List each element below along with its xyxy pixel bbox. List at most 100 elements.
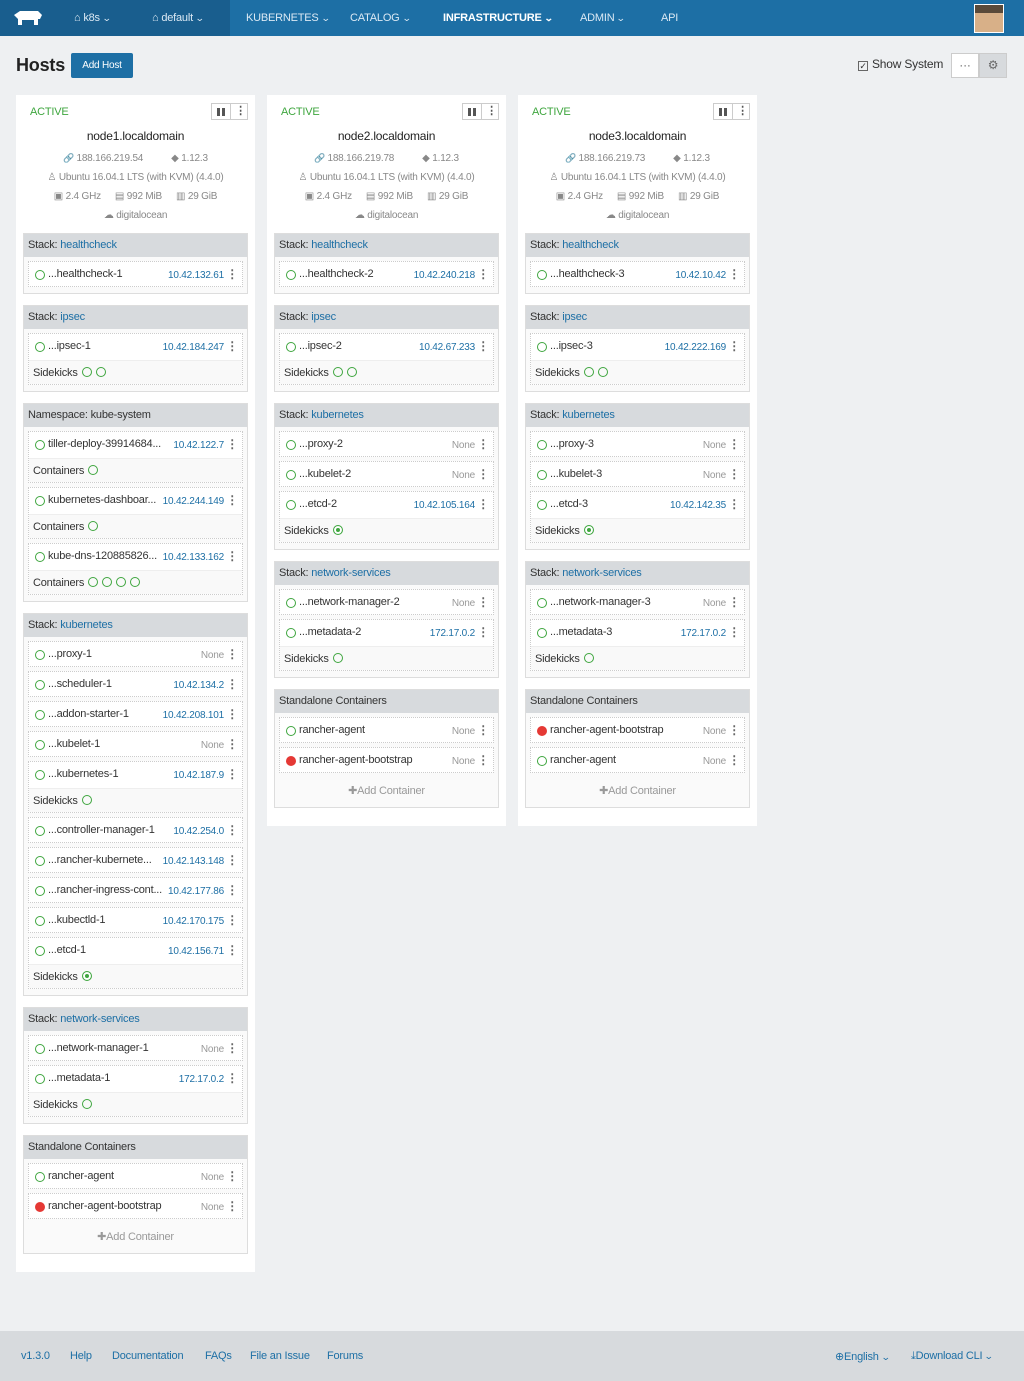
container-row[interactable]: ...controller-manager-1 10.42.254.0 ⋮ xyxy=(28,817,243,843)
pause-icon[interactable] xyxy=(468,108,471,116)
more-vertical-icon[interactable]: ⋮ xyxy=(226,437,238,451)
more-vertical-icon[interactable]: ⋮ xyxy=(226,549,238,563)
container-name[interactable]: tiller-deploy-39914684... xyxy=(48,438,161,450)
more-vertical-icon[interactable]: ⋮ xyxy=(728,267,740,281)
container-name[interactable]: ...network-manager-3 xyxy=(550,596,651,608)
more-vertical-icon[interactable]: ⋮ xyxy=(736,104,749,119)
container-row[interactable]: rancher-agent-bootstrap None ⋮ xyxy=(28,1193,243,1219)
sidekick-status-icon[interactable] xyxy=(81,795,92,805)
container-name[interactable]: ...network-manager-1 xyxy=(48,1042,149,1054)
more-vertical-icon[interactable]: ⋮ xyxy=(477,437,489,451)
more-vertical-icon[interactable]: ⋮ xyxy=(728,467,740,481)
container-name[interactable]: ...kubernetes-1 xyxy=(48,768,119,780)
container-row[interactable]: kubernetes-dashboar... 10.42.244.149 ⋮ Cont… xyxy=(28,487,243,539)
container-name[interactable]: rancher-agent xyxy=(48,1170,114,1182)
add-container-button[interactable]: ✚Add Container xyxy=(279,777,494,805)
documentation-link[interactable]: Documentation xyxy=(112,1350,184,1362)
more-vertical-icon[interactable]: ⋮ xyxy=(477,339,489,353)
rancher-logo-icon[interactable] xyxy=(12,9,44,27)
sidekick-status-icon[interactable] xyxy=(583,653,594,663)
container-name[interactable]: ...healthcheck-2 xyxy=(299,268,374,280)
sidekick-status-icon[interactable] xyxy=(346,367,357,377)
container-name[interactable]: ...kubectld-1 xyxy=(48,914,106,926)
nav-catalog[interactable]: CATALOG ⌄ xyxy=(350,0,411,36)
sidekick-status-icon[interactable] xyxy=(332,525,343,535)
more-vertical-icon[interactable]: ⋮ xyxy=(226,647,238,661)
add-host-button[interactable]: Add Host xyxy=(71,53,133,78)
container-name[interactable]: ...metadata-2 xyxy=(299,626,361,638)
container-row[interactable]: ...kubelet-1 None ⋮ xyxy=(28,731,243,757)
more-vertical-icon[interactable]: ⋮ xyxy=(477,497,489,511)
stack-link[interactable]: ipsec xyxy=(60,311,85,323)
container-name[interactable]: kube-dns-120885826... xyxy=(48,550,157,562)
container-row[interactable]: kube-dns-120885826... 10.42.133.162 ⋮ Conta… xyxy=(28,543,243,595)
container-row[interactable]: rancher-agent None ⋮ xyxy=(279,717,494,743)
container-row[interactable]: ...kubelet-3 None ⋮ xyxy=(530,461,745,487)
container-name[interactable]: ...metadata-3 xyxy=(550,626,612,638)
host-name[interactable]: node3.localdomain xyxy=(518,129,757,143)
container-row[interactable]: ...proxy-1 None ⋮ xyxy=(28,641,243,667)
sidekick-status-icon[interactable] xyxy=(583,525,594,535)
more-vertical-icon[interactable]: ⋮ xyxy=(226,1071,238,1085)
container-row[interactable]: ...rancher-kubernete... 10.42.143.148 ⋮ xyxy=(28,847,243,873)
more-vertical-icon[interactable]: ⋮ xyxy=(234,104,247,119)
pause-icon[interactable] xyxy=(217,108,220,116)
more-vertical-icon[interactable]: ⋮ xyxy=(485,104,498,119)
container-name[interactable]: ...rancher-kubernete... xyxy=(48,854,152,866)
show-system-toggle[interactable]: ✓ Show System xyxy=(858,57,943,71)
nav-api[interactable]: API xyxy=(661,0,678,36)
container-row[interactable]: ...healthcheck-1 10.42.132.61 ⋮ xyxy=(28,261,243,287)
container-name[interactable]: ...ipsec-3 xyxy=(550,340,593,352)
more-vertical-icon[interactable]: ⋮ xyxy=(226,1199,238,1213)
sidekick-status-icon[interactable] xyxy=(81,971,92,981)
help-link[interactable]: Help xyxy=(70,1350,92,1362)
more-vertical-icon[interactable]: ⋮ xyxy=(477,267,489,281)
grid-view-toggle[interactable]: ⚙ xyxy=(979,53,1007,78)
more-vertical-icon[interactable]: ⋮ xyxy=(477,753,489,767)
forums-link[interactable]: Forums xyxy=(327,1350,363,1362)
stack-link[interactable]: kubernetes xyxy=(311,409,364,421)
container-name[interactable]: ...ipsec-2 xyxy=(299,340,342,352)
container-row[interactable]: ...network-manager-2 None ⋮ xyxy=(279,589,494,615)
more-vertical-icon[interactable]: ⋮ xyxy=(477,467,489,481)
more-vertical-icon[interactable]: ⋮ xyxy=(226,1169,238,1183)
container-row[interactable]: ...ipsec-1 10.42.184.247 ⋮ Sidekicks xyxy=(28,333,243,385)
container-row[interactable]: rancher-agent None ⋮ xyxy=(28,1163,243,1189)
container-row[interactable]: ...kubelet-2 None ⋮ xyxy=(279,461,494,487)
add-container-button[interactable]: ✚Add Container xyxy=(28,1223,243,1251)
container-row[interactable]: ...proxy-2 None ⋮ xyxy=(279,431,494,457)
more-vertical-icon[interactable]: ⋮ xyxy=(226,853,238,867)
container-row[interactable]: rancher-agent-bootstrap None ⋮ xyxy=(530,717,745,743)
container-row[interactable]: ...proxy-3 None ⋮ xyxy=(530,431,745,457)
nav-admin[interactable]: ADMIN ⌄ xyxy=(580,0,626,36)
version-link[interactable]: v1.3.0 xyxy=(21,1350,50,1362)
more-vertical-icon[interactable]: ⋮ xyxy=(728,497,740,511)
container-row[interactable]: ...etcd-1 10.42.156.71 ⋮ Sidekicks xyxy=(28,937,243,989)
more-vertical-icon[interactable]: ⋮ xyxy=(226,1041,238,1055)
container-name[interactable]: rancher-agent xyxy=(299,724,365,736)
user-avatar[interactable] xyxy=(974,4,1004,33)
container-row[interactable]: ...etcd-3 10.42.142.35 ⋮ Sidekicks xyxy=(530,491,745,543)
more-vertical-icon[interactable]: ⋮ xyxy=(477,595,489,609)
container-row[interactable]: ...ipsec-2 10.42.67.233 ⋮ Sidekicks xyxy=(279,333,494,385)
container-name[interactable]: ...kubelet-2 xyxy=(299,468,351,480)
container-name[interactable]: rancher-agent-bootstrap xyxy=(550,724,664,736)
more-vertical-icon[interactable]: ⋮ xyxy=(477,723,489,737)
container-row[interactable]: ...scheduler-1 10.42.134.2 ⋮ xyxy=(28,671,243,697)
sidekick-status-icon[interactable] xyxy=(583,367,594,377)
host-name[interactable]: node1.localdomain xyxy=(16,129,255,143)
file-issue-link[interactable]: File an Issue xyxy=(250,1350,310,1362)
container-row[interactable]: ...healthcheck-2 10.42.240.218 ⋮ xyxy=(279,261,494,287)
stack-link[interactable]: healthcheck xyxy=(60,239,117,251)
sidekick-status-icon[interactable] xyxy=(88,465,99,475)
sidekick-status-icon[interactable] xyxy=(597,367,608,377)
stack-link[interactable]: healthcheck xyxy=(311,239,368,251)
environment-dropdown[interactable]: ⌂ k8s ⌄ xyxy=(74,0,112,36)
add-container-button[interactable]: ✚Add Container xyxy=(530,777,745,805)
download-cli-dropdown[interactable]: ⤓Download CLI ⌄ xyxy=(911,1350,994,1363)
more-vertical-icon[interactable]: ⋮ xyxy=(226,767,238,781)
container-name[interactable]: rancher-agent xyxy=(550,754,616,766)
container-name[interactable]: ...ipsec-1 xyxy=(48,340,91,352)
stack-link[interactable]: network-services xyxy=(562,567,642,579)
more-vertical-icon[interactable]: ⋮ xyxy=(226,267,238,281)
